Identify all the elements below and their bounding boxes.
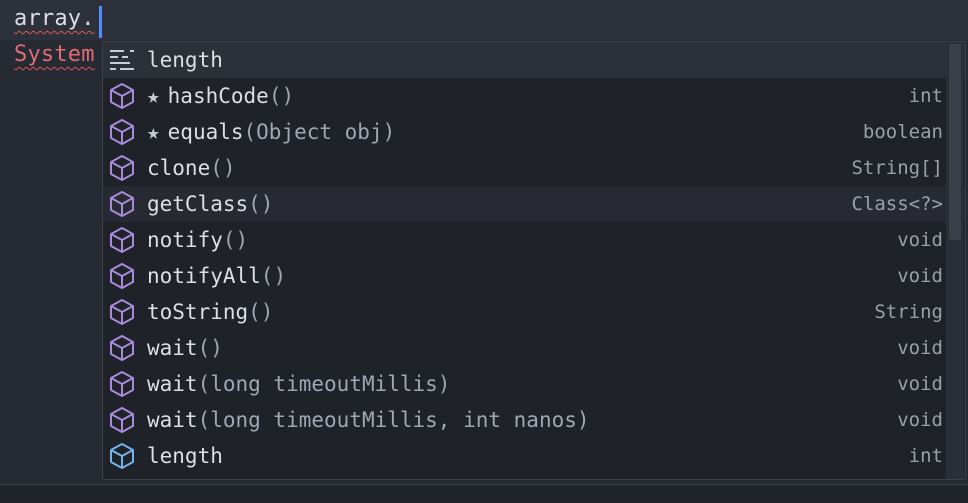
popup-scroll-thumb[interactable] (949, 44, 961, 240)
completion-params: () (210, 156, 236, 180)
star-icon: ★ (147, 84, 160, 108)
completion-list[interactable]: length ★ hashCode() int ★ equals(Object obj) b… (103, 42, 965, 474)
method-cube-icon (106, 78, 138, 114)
completion-name: notify (147, 228, 223, 252)
completion-item-method[interactable]: wait(long timeoutMillis, int nanos) void (103, 402, 965, 438)
completion-params: (long timeoutMillis) (197, 372, 451, 396)
completion-params: () (197, 336, 223, 360)
completion-item-method[interactable]: clone() String[] (103, 150, 965, 186)
popup-scrollbar[interactable] (946, 42, 964, 479)
completion-name: hashCode (167, 84, 269, 108)
completion-item-method[interactable]: notify() void (103, 222, 965, 258)
completion-name: wait (147, 372, 198, 396)
completion-item-field[interactable]: length int (103, 438, 965, 474)
completion-item-method[interactable]: notifyAll() void (103, 258, 965, 294)
completion-type: String[] (851, 157, 943, 179)
completion-name: length (147, 48, 223, 72)
completion-label: getClass() (147, 192, 273, 216)
code-line-array[interactable]: array. (14, 6, 95, 31)
completion-params: () (222, 228, 249, 252)
completion-item-method[interactable]: toString() String (103, 294, 965, 330)
completion-item-snippet[interactable]: length (103, 42, 965, 78)
status-bar (0, 484, 968, 503)
completion-params: () (248, 300, 274, 324)
autocomplete-popup[interactable]: length ★ hashCode() int ★ equals(Object obj) b… (102, 41, 966, 480)
completion-name: equals (167, 120, 244, 144)
method-cube-icon (106, 258, 138, 294)
completion-name: wait (147, 336, 198, 360)
completion-type: void (897, 409, 943, 431)
method-cube-icon (106, 114, 138, 150)
code-line-system[interactable]: System (14, 42, 95, 67)
completion-label: wait(long timeoutMillis, int nanos) (147, 408, 590, 432)
completion-params: () (268, 84, 295, 108)
method-cube-icon (106, 150, 138, 186)
completion-label: notify() (147, 228, 248, 252)
completion-item-method[interactable]: wait(long timeoutMillis) void (103, 366, 965, 402)
method-cube-icon (106, 402, 138, 438)
completion-label: notifyAll() (147, 264, 286, 288)
completion-name: wait (147, 408, 198, 432)
completion-type: int (908, 445, 943, 467)
completion-type: void (897, 229, 943, 251)
completion-label: wait(long timeoutMillis) (147, 372, 450, 396)
current-line-highlight (0, 0, 968, 40)
completion-name: toString (147, 300, 249, 324)
completion-label: toString() (147, 300, 273, 324)
completion-label: wait() (147, 336, 223, 360)
method-cube-icon (106, 330, 138, 366)
method-cube-icon (106, 222, 138, 258)
star-icon: ★ (147, 120, 160, 144)
completion-type: void (897, 265, 943, 287)
completion-type: String (874, 301, 943, 323)
completion-item-method[interactable]: getClass() Class<?> (103, 186, 965, 222)
completion-label: length (147, 444, 223, 468)
completion-item-method[interactable]: ★ hashCode() int (103, 78, 965, 114)
completion-params: (long timeoutMillis, int nanos) (197, 408, 590, 432)
completion-type: boolean (862, 121, 943, 143)
method-cube-icon (106, 366, 138, 402)
completion-label: ★ hashCode() (147, 84, 294, 108)
completion-type: void (897, 337, 943, 359)
completion-name: clone (147, 156, 211, 180)
snippet-icon (106, 42, 138, 78)
completion-params: () (248, 192, 274, 216)
method-cube-icon (106, 294, 138, 330)
completion-params: () (260, 264, 287, 288)
method-cube-icon (106, 186, 138, 222)
completion-label: clone() (147, 156, 236, 180)
text-cursor (99, 6, 102, 38)
completion-label: length (147, 48, 223, 72)
completion-name: notifyAll (147, 264, 261, 288)
completion-name: getClass (147, 192, 249, 216)
completion-item-method[interactable]: wait() void (103, 330, 965, 366)
completion-name: length (147, 444, 223, 468)
completion-label: ★ equals(Object obj) (147, 120, 395, 144)
completion-type: int (908, 85, 943, 107)
completion-params: (Object obj) (243, 120, 396, 144)
completion-type: Class<?> (851, 193, 943, 215)
completion-item-method[interactable]: ★ equals(Object obj) boolean (103, 114, 965, 150)
completion-type: void (897, 373, 943, 395)
field-cube-icon (106, 438, 138, 474)
